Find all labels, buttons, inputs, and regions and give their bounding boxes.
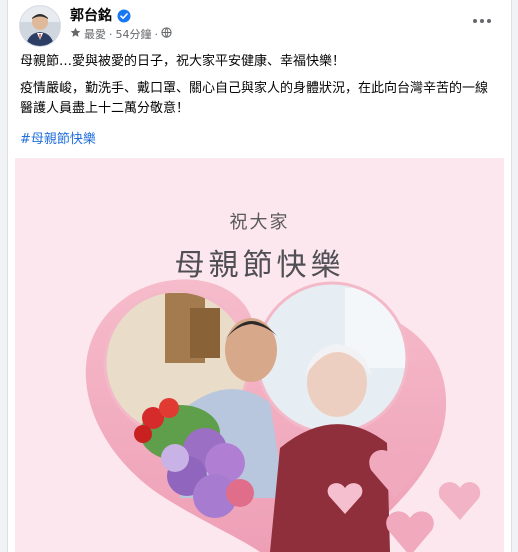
star-icon [70,27,81,41]
globe-icon[interactable] [161,27,172,41]
small-heart [386,511,434,552]
post-paragraph-2: 疫情嚴峻，勤洗手、戴口罩、關心自己與家人的身體狀況，在此向台灣辛苦的一線醫護人員… [20,81,489,116]
meta-separator: · [109,27,113,41]
post-meta: 最愛 · 54分鐘 · [70,26,172,42]
post-paragraph-1: 母親節…愛與被愛的日子，祝大家平安健康、幸福快樂！ [20,54,346,69]
post-image[interactable]: 祝大家 母親節快樂 [15,158,504,552]
author-name[interactable]: 郭台銘 [70,5,112,25]
author-line: 郭台銘 [70,6,131,24]
author-avatar[interactable] [19,5,61,47]
meta-separator-2: · [154,27,159,41]
post-header: 郭台銘 最愛 · 54分鐘 · [8,0,511,50]
post-text: 母親節…愛與被愛的日子，祝大家平安健康、幸福快樂！ 疫情嚴峻，勤洗手、戴口罩、關… [20,52,500,126]
post-card: 郭台銘 最愛 · 54分鐘 · 母親節…愛與被愛的日子，祝大家平安健康、幸福快樂… [7,0,512,552]
small-heart [438,482,481,520]
heart-photo-illustration [85,279,481,552]
hashtag-link[interactable]: #母親節快樂 [20,128,96,147]
privacy-label: 最愛 [84,28,106,41]
post-time[interactable]: 54分鐘 [116,26,152,42]
more-options-icon[interactable] [471,10,493,32]
verified-badge-icon [117,8,131,23]
